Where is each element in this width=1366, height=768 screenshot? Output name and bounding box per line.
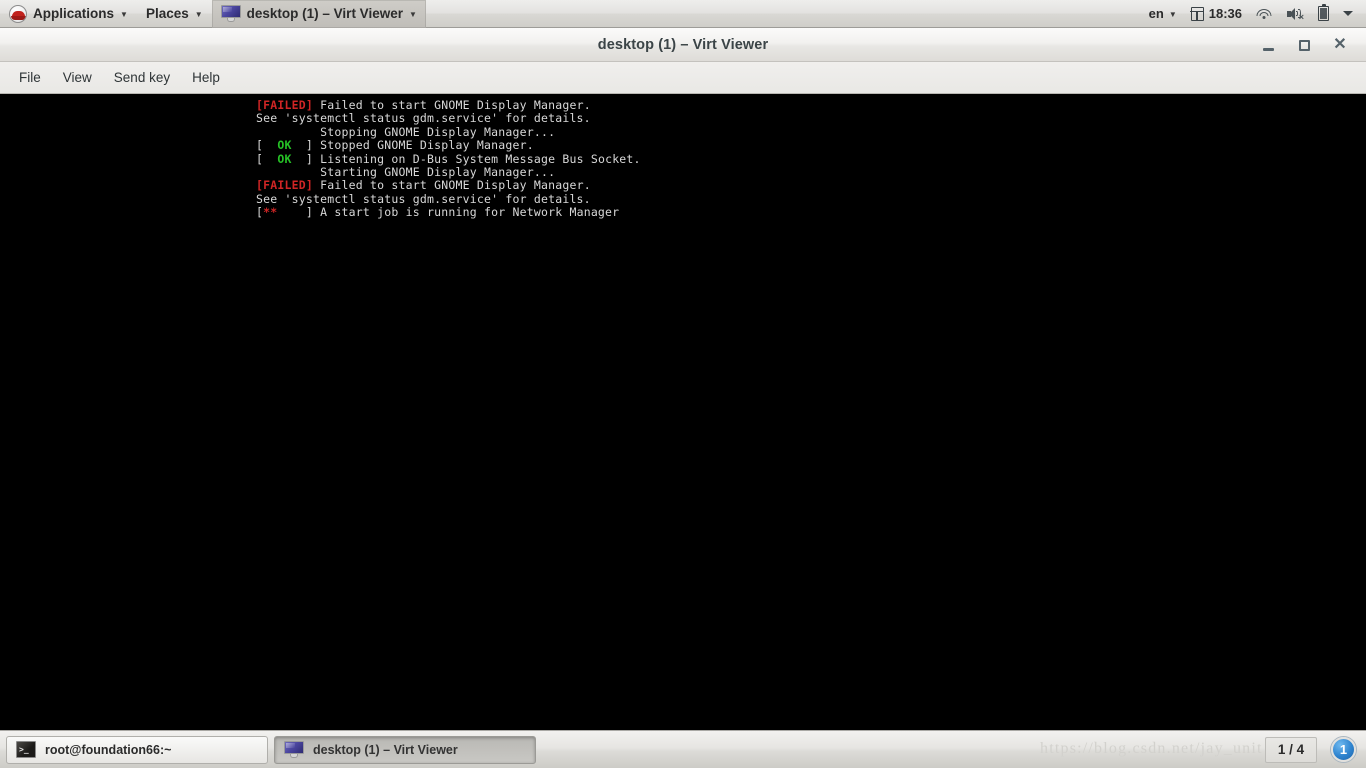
volume-indicator[interactable]: × xyxy=(1279,0,1311,28)
console-segment: See 'systemctl status gdm.service' for d… xyxy=(256,111,591,126)
workspace-switcher[interactable]: 1 / 4 xyxy=(1265,736,1317,763)
chevron-down-icon: ▼ xyxy=(120,9,128,19)
console-segment: ** xyxy=(263,205,278,220)
notification-count: 1 xyxy=(1339,742,1348,757)
desktop-screen: Applications ▼ Places ▼ desktop (1) – Vi… xyxy=(0,0,1366,768)
console-output: [FAILED] Failed to start GNOME Display M… xyxy=(256,98,641,220)
maximize-button[interactable] xyxy=(1286,28,1322,62)
console-line: Starting GNOME Display Manager... xyxy=(256,165,641,180)
taskbar-item-terminal[interactable]: root@foundation66:~ xyxy=(6,735,268,764)
active-window-menu[interactable]: desktop (1) – Virt Viewer ▼ xyxy=(211,0,426,28)
network-indicator[interactable] xyxy=(1249,0,1279,28)
places-menu[interactable]: Places ▼ xyxy=(137,0,212,28)
speaker-muted-icon: × xyxy=(1286,7,1304,21)
menu-file[interactable]: File xyxy=(8,62,52,94)
menu-view[interactable]: View xyxy=(52,62,103,94)
console-line: [** ] A start job is running for Network… xyxy=(256,206,641,219)
battery-indicator[interactable] xyxy=(1311,0,1336,28)
close-button[interactable]: ✕ xyxy=(1322,28,1358,62)
applications-menu-label: Applications xyxy=(33,6,115,21)
console-segment: [ xyxy=(256,151,271,166)
console-segment: [ xyxy=(256,138,271,153)
vm-console-canvas[interactable]: [FAILED] Failed to start GNOME Display M… xyxy=(0,94,1366,730)
applications-menu[interactable]: Applications ▼ xyxy=(0,0,137,28)
virt-viewer-window: desktop (1) – Virt Viewer ✕ File View Se… xyxy=(0,28,1366,730)
taskbar-item-virt-viewer[interactable]: desktop (1) – Virt Viewer xyxy=(274,735,536,764)
top-panel: Applications ▼ Places ▼ desktop (1) – Vi… xyxy=(0,0,1366,28)
menu-help[interactable]: Help xyxy=(181,62,231,94)
keyboard-layout-indicator[interactable]: en ▼ xyxy=(1142,0,1184,28)
console-segment: Failed to start GNOME Display Manager. xyxy=(313,178,591,193)
console-segment: ] Stopped GNOME Display Manager. xyxy=(298,138,534,153)
console-segment: OK xyxy=(270,151,299,166)
window-controls: ✕ xyxy=(1250,28,1358,62)
console-segment: OK xyxy=(270,138,299,153)
monitor-icon xyxy=(284,741,304,758)
menubar: File View Send key Help xyxy=(0,62,1366,94)
active-window-label: desktop (1) – Virt Viewer xyxy=(246,6,403,21)
console-line: [ OK ] Stopped GNOME Display Manager. xyxy=(256,139,641,152)
system-tray: en ▼ 18:36 × xyxy=(1142,0,1366,28)
console-segment: Starting GNOME Display Manager... xyxy=(256,165,556,180)
console-line: Stopping GNOME Display Manager... xyxy=(256,124,641,139)
console-segment: [FAILED] xyxy=(256,98,313,112)
wifi-icon xyxy=(1256,7,1272,21)
console-line: [ OK ] Listening on D-Bus System Message… xyxy=(256,151,641,166)
clock-indicator[interactable]: 18:36 xyxy=(1184,0,1249,28)
chevron-down-icon xyxy=(1343,11,1353,16)
menu-send-key[interactable]: Send key xyxy=(103,62,181,94)
console-segment: See 'systemctl status gdm.service' for d… xyxy=(256,191,591,206)
console-line: [FAILED] Failed to start GNOME Display M… xyxy=(256,98,641,112)
battery-icon xyxy=(1318,3,1329,21)
bottom-panel: root@foundation66:~ desktop (1) – Virt V… xyxy=(0,730,1366,768)
redhat-logo-icon xyxy=(9,4,27,23)
chevron-down-icon: ▼ xyxy=(194,9,203,19)
console-segment: Stopping GNOME Display Manager... xyxy=(256,124,556,139)
console-segment: [FAILED] xyxy=(256,178,313,193)
chevron-down-icon: ▼ xyxy=(408,9,417,19)
monitor-icon xyxy=(220,5,241,22)
taskbar-item-virt-viewer-label: desktop (1) – Virt Viewer xyxy=(313,742,458,757)
console-segment: ] A start job is running for Network Man… xyxy=(277,205,620,220)
chevron-down-icon: ▼ xyxy=(1168,9,1177,19)
console-segment: Failed to start GNOME Display Manager. xyxy=(313,98,591,112)
notification-badge[interactable]: 1 xyxy=(1331,737,1356,762)
taskbar-item-terminal-label: root@foundation66:~ xyxy=(45,742,172,757)
minimize-button[interactable] xyxy=(1250,28,1286,62)
clock-label: 18:36 xyxy=(1208,6,1242,21)
system-menu-button[interactable] xyxy=(1336,0,1360,28)
window-titlebar[interactable]: desktop (1) – Virt Viewer ✕ xyxy=(0,28,1366,62)
window-title: desktop (1) – Virt Viewer xyxy=(597,36,769,53)
console-line: [FAILED] Failed to start GNOME Display M… xyxy=(256,179,641,192)
calendar-icon xyxy=(1190,6,1204,21)
console-line: See 'systemctl status gdm.service' for d… xyxy=(256,112,641,125)
places-menu-label: Places xyxy=(145,6,189,21)
workspace-switcher-label: 1 / 4 xyxy=(1277,742,1305,757)
keyboard-layout-label: en xyxy=(1148,6,1164,21)
console-segment: ] Listening on D-Bus System Message Bus … xyxy=(298,151,641,166)
console-line: See 'systemctl status gdm.service' for d… xyxy=(256,191,641,206)
terminal-icon xyxy=(16,741,36,758)
